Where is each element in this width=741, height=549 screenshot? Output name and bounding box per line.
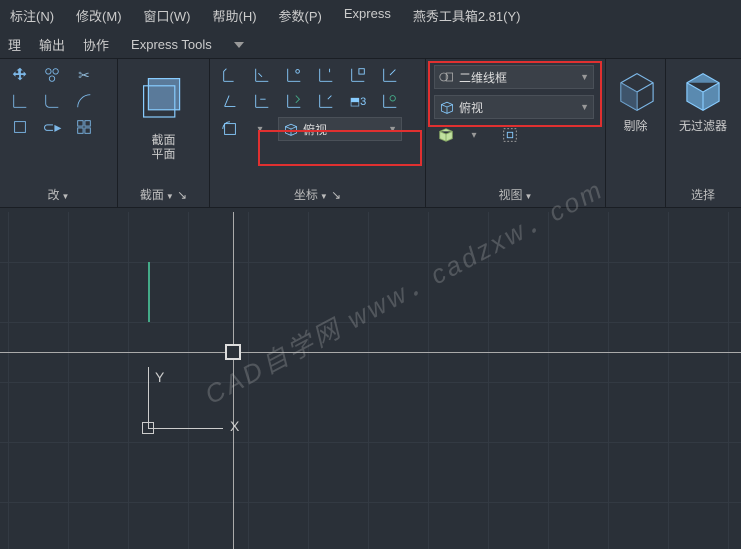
ucs-icon-6[interactable] — [378, 65, 402, 85]
ucs-icon-2[interactable] — [250, 65, 274, 85]
cursor-pickbox — [225, 344, 241, 360]
dropdown-arrow-icon: ▼ — [580, 102, 589, 112]
panel-jiemian-dropdown-icon[interactable]: ▼ — [166, 192, 174, 201]
viewport-grid — [0, 212, 741, 549]
ucs-icon-11[interactable]: ⬒3 — [346, 91, 370, 111]
panel-tichu: 剔除 — [606, 59, 666, 207]
view-combo-fushi2[interactable]: 俯视 ▼ — [434, 95, 594, 119]
ucs-icon-5[interactable] — [346, 65, 370, 85]
tab-shuchu[interactable]: 输出 — [39, 35, 65, 54]
ucs-x-label: X — [230, 418, 239, 434]
polar-track-line — [148, 262, 150, 322]
panel-shitu-dropdown-icon[interactable]: ▼ — [525, 192, 533, 201]
panel-xuanze: 无过滤器 选择 — [666, 59, 740, 207]
panel-shitu-title: 视图 — [499, 188, 523, 202]
panel-gai-dropdown-icon[interactable]: ▼ — [62, 192, 70, 201]
corner-icon[interactable] — [40, 91, 64, 111]
ucs-icon-4[interactable] — [314, 65, 338, 85]
view-combo-fushi-label: 俯视 — [303, 121, 327, 138]
panel-jiemian: 截面平面 截面▼ ↘ — [118, 59, 210, 207]
ucs-icon-9[interactable] — [282, 91, 306, 111]
ucs-y-axis — [148, 367, 149, 429]
visual-style-combo[interactable]: 二维线框 ▼ — [434, 65, 594, 89]
menu-xiugai[interactable]: 修改(M) — [76, 6, 122, 25]
panel-zuobiao-dropdown-icon[interactable]: ▼ — [320, 192, 328, 201]
ucs-icon-12[interactable] — [378, 91, 402, 111]
menu-bar: 标注(N) 修改(M) 窗口(W) 帮助(H) 参数(P) Express 燕秀… — [0, 0, 741, 31]
panel-gai-grid: ✂ ⊂▸ — [8, 65, 109, 139]
panel-zuobiao-title: 坐标 — [294, 188, 318, 202]
crosshair-horizontal — [0, 352, 741, 353]
nofilter-label: 无过滤器 — [679, 119, 727, 133]
move-icon[interactable] — [8, 65, 32, 85]
ucs-y-label: Y — [155, 369, 164, 385]
dropdown-arrow-icon: ▼ — [388, 124, 397, 134]
group-icon[interactable] — [40, 65, 64, 85]
ucs-icon-8[interactable] — [250, 91, 274, 111]
drawing-viewport[interactable]: Y X CAD自学网 www．cadzxw．com — [0, 212, 741, 549]
tab-bar: 理 输出 协作 Express Tools — [0, 31, 741, 58]
ucs-origin-icon — [142, 422, 154, 434]
panel-gai-title: 改 — [48, 188, 60, 202]
tab-dropdown-icon[interactable] — [234, 42, 244, 48]
ucs-rotate-icon[interactable] — [218, 119, 242, 139]
view-combo-fushi2-label: 俯视 — [459, 99, 483, 116]
section-plane-icon[interactable] — [134, 69, 194, 129]
ucs-icon-7[interactable] — [218, 91, 242, 111]
tab-express-tools[interactable]: Express Tools — [131, 37, 212, 52]
panel-xuanze-title: 选择 — [691, 188, 715, 202]
ucs-x-axis — [148, 428, 223, 429]
selection-frame-icon[interactable] — [498, 125, 522, 145]
menu-chuangkou[interactable]: 窗口(W) — [144, 6, 191, 25]
ucs-icon-1[interactable] — [218, 65, 242, 85]
panel-gai: ✂ ⊂▸ 改▼ — [0, 59, 118, 207]
menu-bangzhu[interactable]: 帮助(H) — [212, 6, 256, 25]
ribbon: ✂ ⊂▸ 改▼ 截面平面 截面▼ ↘ — [0, 58, 741, 208]
box3d-icon — [283, 122, 299, 136]
panel-zuobiao-grid: ⬒3 — [218, 65, 417, 113]
tab-li[interactable]: 理 — [8, 35, 21, 54]
dropdown-arrow-icon: ▼ — [580, 72, 589, 82]
section-plane-label: 截面平面 — [151, 133, 175, 161]
angle-icon[interactable] — [8, 91, 32, 111]
ucs-icon-3[interactable] — [282, 65, 306, 85]
panel-zuobiao: ⬒3 ▾ 俯视 ▼ 坐标▼ ↘ — [210, 59, 426, 207]
ucs-down-icon[interactable]: ▾ — [248, 119, 272, 139]
menu-canshu[interactable]: 参数(P) — [279, 6, 322, 25]
cull-label: 剔除 — [623, 119, 647, 133]
grid-icon[interactable] — [72, 117, 96, 137]
tab-xiezuo[interactable]: 协作 — [83, 35, 109, 54]
menu-express[interactable]: Express — [344, 6, 391, 25]
box3d-icon — [439, 100, 455, 114]
wireframe-icon — [439, 70, 455, 84]
panel-jiemian-title: 截面 — [140, 188, 164, 202]
menu-yanxiu[interactable]: 燕秀工具箱2.81(Y) — [413, 6, 521, 25]
box-icon[interactable] — [8, 117, 32, 137]
ucs-icon-10[interactable] — [314, 91, 338, 111]
panel-shitu: 二维线框 ▼ 俯视 ▼ ▾ 视图▼ — [426, 59, 606, 207]
scissors-icon[interactable]: ✂ — [72, 65, 96, 85]
view-combo-fushi[interactable]: 俯视 ▼ — [278, 117, 402, 141]
crosshair-vertical — [233, 212, 234, 549]
cube-dropdown-icon[interactable]: ▾ — [462, 125, 486, 145]
cube-icon[interactable] — [434, 125, 458, 145]
nofilter-icon[interactable] — [680, 69, 726, 115]
cull-icon[interactable] — [614, 69, 660, 115]
menu-biaozhu[interactable]: 标注(N) — [10, 6, 54, 25]
visual-style-label: 二维线框 — [459, 69, 507, 86]
arc-icon[interactable] — [72, 91, 96, 111]
subset-icon[interactable]: ⊂▸ — [40, 117, 64, 137]
